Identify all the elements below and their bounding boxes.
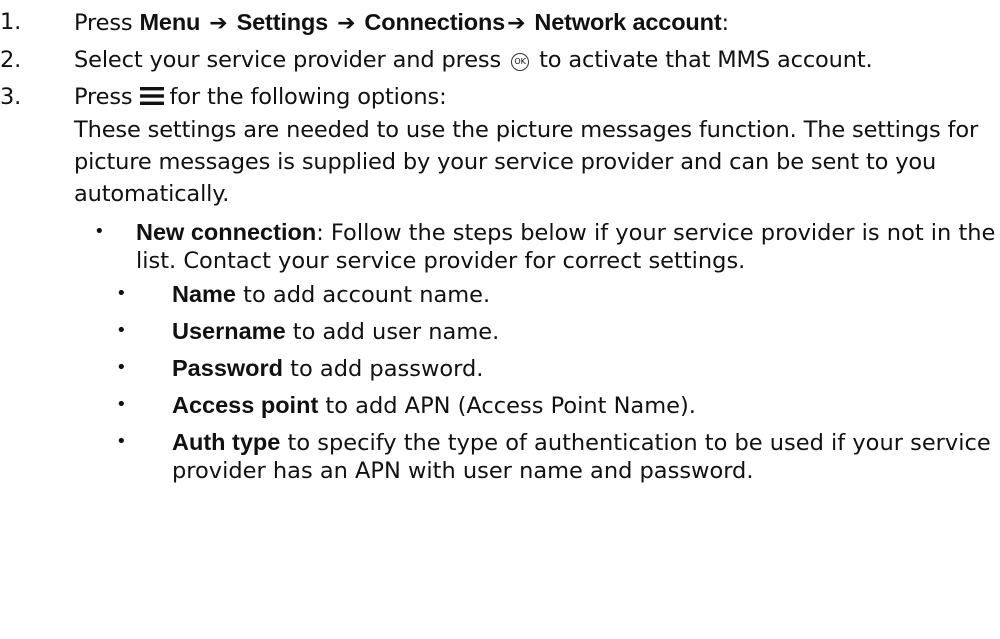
option-term: New connection (136, 219, 317, 245)
sub-options-list: • Name to add account name. • Username t… (0, 280, 1000, 485)
step-number: 3. (0, 84, 22, 110)
step-text: Select your service provider and press (74, 47, 502, 73)
ok-button-icon: OK (511, 53, 530, 71)
list-item: • Access point to add APN (Access Point … (0, 391, 1000, 420)
step-3: 3. Press for the following options: Thes… (0, 81, 1000, 210)
option-term: Password (172, 355, 284, 381)
option-term: Access point (172, 392, 319, 418)
step-text: to activate that MMS account. (539, 47, 873, 73)
arrow-right-icon: ➔ (337, 11, 356, 36)
colon: : (721, 10, 730, 36)
bullet: • (116, 320, 127, 341)
settings-note: These settings are needed to use the pic… (74, 117, 979, 207)
list-item: • New connection: Follow the steps below… (0, 218, 1000, 485)
bullet: • (116, 283, 127, 304)
option-term: Auth type (172, 429, 281, 455)
menu-icon (140, 87, 165, 105)
step-2: 2. Select your service provider and pres… (0, 44, 1000, 77)
list-item: • Username to add user name. (0, 317, 1000, 346)
list-item: • Password to add password. (0, 354, 1000, 383)
list-item: • Name to add account name. (0, 280, 1000, 309)
bullet: • (116, 431, 127, 452)
step-1: 1. Press Menu ➔ Settings ➔ Connections➔ … (0, 6, 1000, 40)
option-term: Username (172, 318, 286, 344)
bullet: • (116, 357, 127, 378)
step-number: 2. (0, 47, 22, 73)
step-text: Press (74, 10, 133, 36)
option-text: to specify the type of authentication to… (172, 430, 991, 484)
menu-label: Menu (139, 9, 201, 35)
option-text: to add APN (Access Point Name). (318, 393, 696, 419)
step-number: 1. (0, 9, 22, 35)
option-term: Name (172, 281, 237, 307)
bullet: • (116, 394, 127, 415)
connections-label: Connections (364, 9, 506, 35)
option-text: to add user name. (285, 319, 500, 345)
list-item: • Auth type to specify the type of authe… (0, 428, 1000, 485)
option-text: to add account name. (236, 282, 491, 308)
bullet: • (94, 221, 105, 242)
document-page: 1. Press Menu ➔ Settings ➔ Connections➔ … (0, 0, 1000, 639)
settings-label: Settings (236, 9, 329, 35)
options-list: • New connection: Follow the steps below… (0, 218, 1000, 485)
arrow-right-icon: ➔ (507, 11, 526, 36)
option-text: to add password. (283, 356, 484, 382)
network-account-label: Network account (534, 9, 722, 35)
arrow-right-icon: ➔ (209, 11, 228, 36)
step-text: Press (74, 84, 133, 110)
step-text: for the following options: (169, 84, 447, 110)
